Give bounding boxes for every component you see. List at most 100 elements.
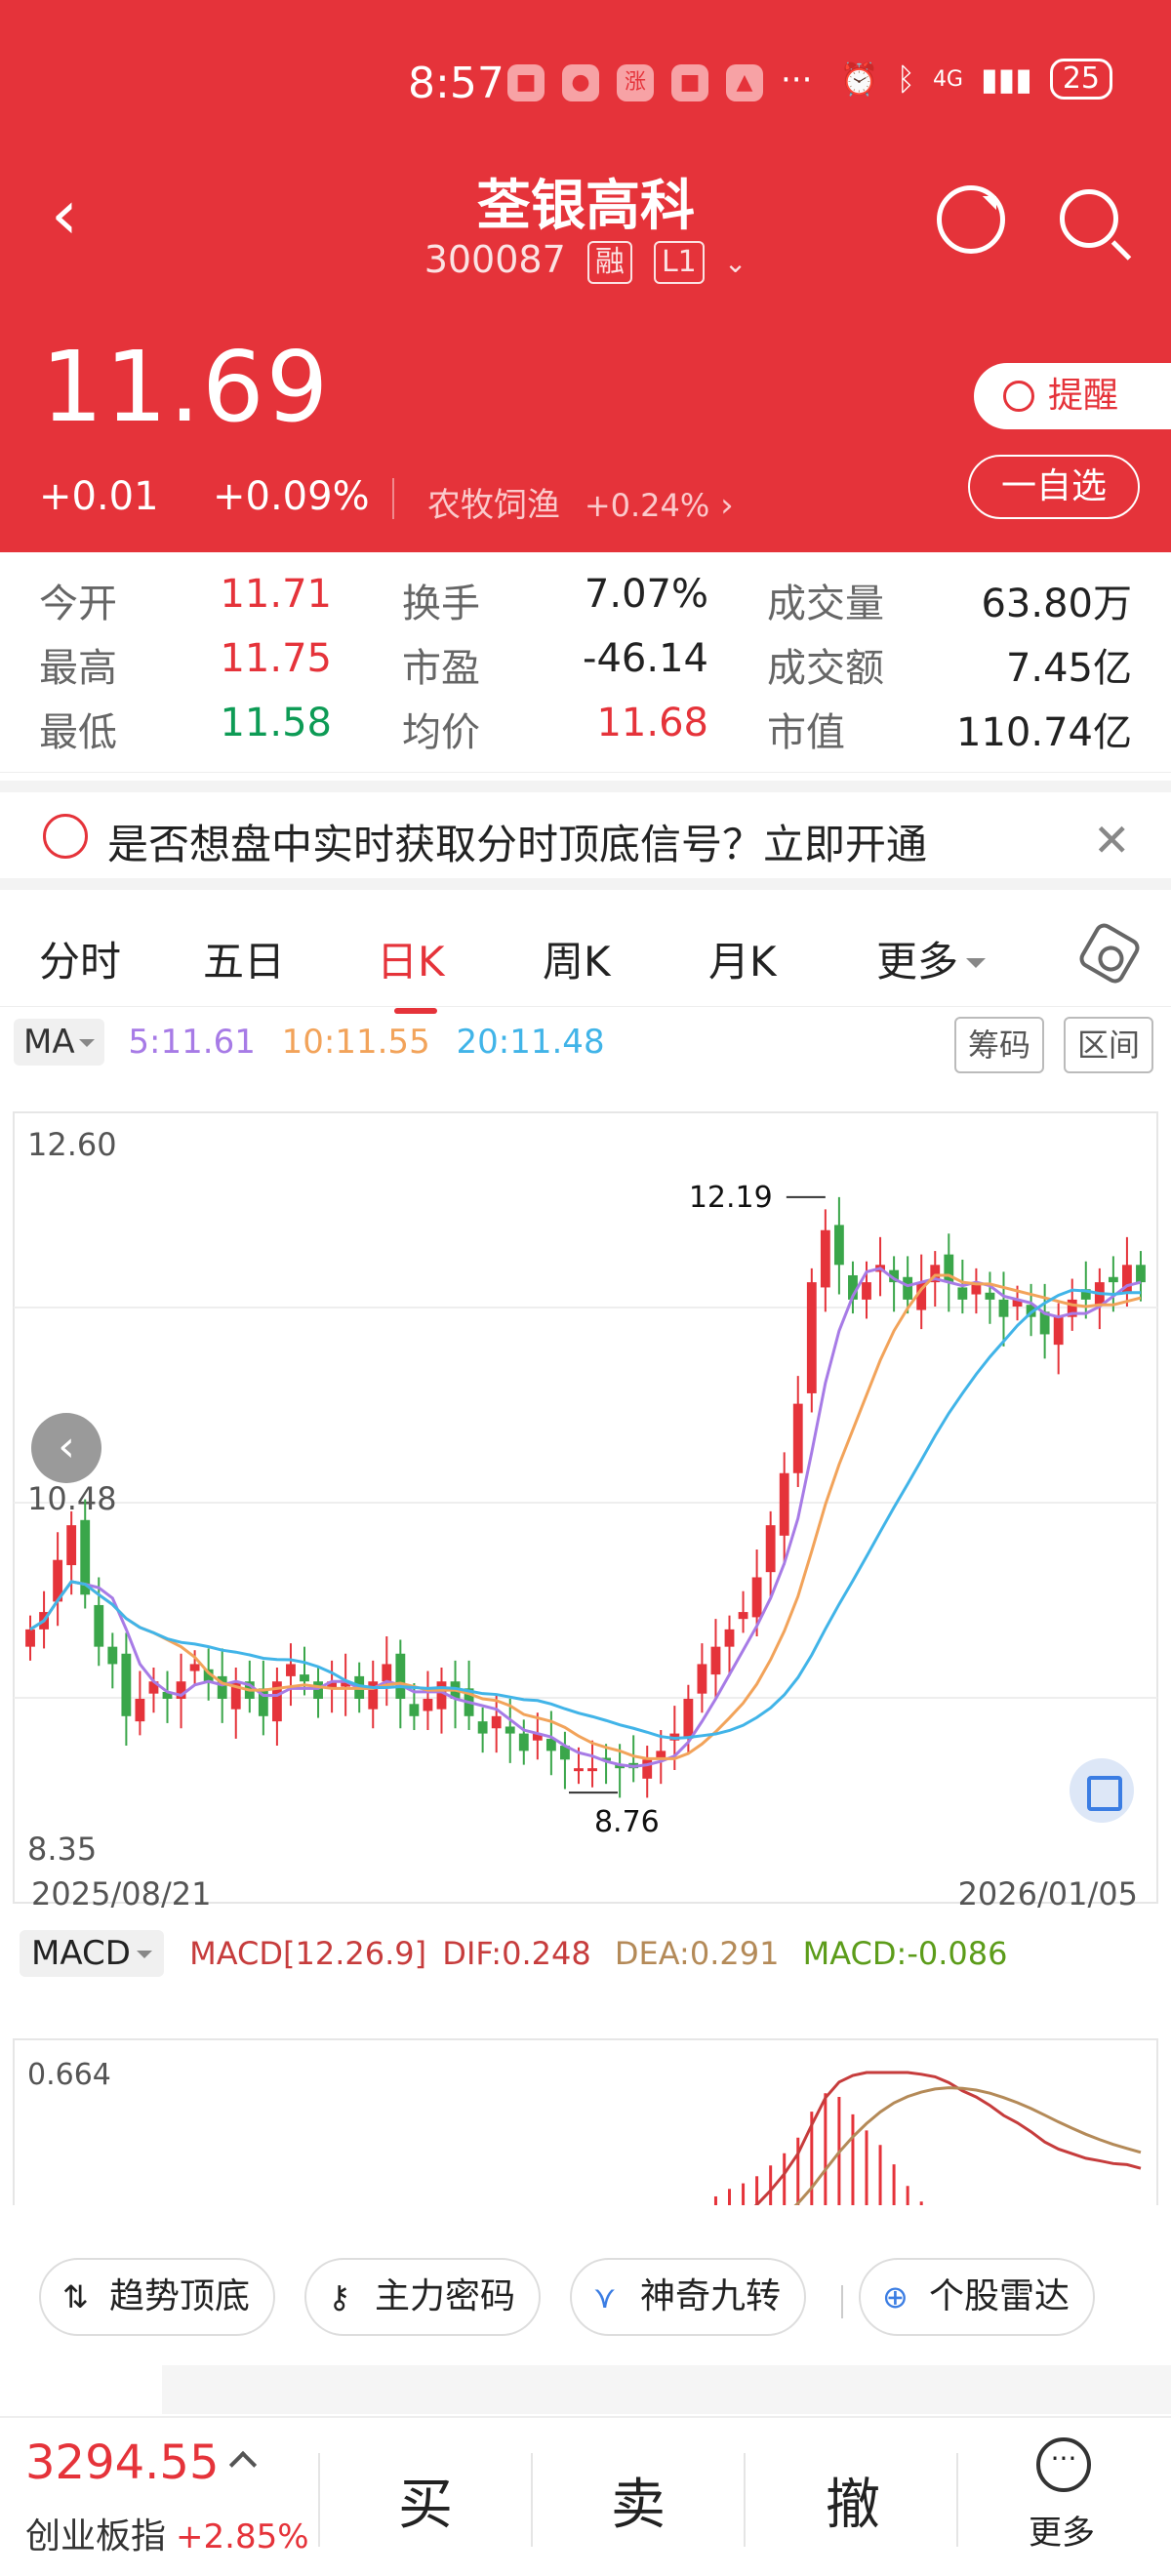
- candle-body: [683, 1699, 694, 1739]
- candle-body: [806, 1282, 817, 1393]
- tab-0[interactable]: 分时: [39, 929, 121, 988]
- index-name: 创业板指: [25, 2516, 167, 2556]
- battery-level: 25: [1049, 59, 1112, 100]
- status-bar: 8:57 ■ ● 涨 ■ ▲ ··· ⏰ ᛒ 4G ▮▮▮ 25: [0, 59, 1171, 113]
- search-icon[interactable]: [1060, 189, 1118, 248]
- candle-body: [862, 1282, 871, 1300]
- candle-body: [286, 1664, 296, 1676]
- candle-body: [833, 1225, 844, 1266]
- index-number: 3294.55: [25, 2435, 220, 2490]
- more-label[interactable]: 更多: [1029, 2506, 1095, 2554]
- candle-body: [738, 1612, 748, 1620]
- stock-radar-button[interactable]: ⊕ 个股雷达: [859, 2258, 1096, 2336]
- ma-selector[interactable]: MA: [14, 1019, 104, 1066]
- divider: [744, 2453, 746, 2547]
- tab-label: 月K: [708, 938, 777, 986]
- current-price: 11.69: [41, 330, 331, 444]
- candle-body: [1053, 1316, 1064, 1346]
- sell-button[interactable]: 卖: [611, 2461, 666, 2540]
- candle-body: [820, 1229, 830, 1288]
- chevron-up-icon: [228, 2450, 257, 2479]
- divider: [318, 2453, 320, 2547]
- stat-label: 成交额: [767, 636, 884, 693]
- magic-nine-button[interactable]: ⋎ 神奇九转: [570, 2258, 807, 2336]
- price-change: +0.01: [39, 474, 159, 519]
- ma5-line: [29, 1267, 1142, 1768]
- main-force-button[interactable]: ⚷ 主力密码: [304, 2258, 542, 2336]
- chip-button[interactable]: 筹码: [954, 1017, 1045, 1073]
- tab-label: 分时: [39, 938, 122, 986]
- tab-4[interactable]: 月K: [708, 929, 777, 988]
- remind-button[interactable]: 提醒: [974, 363, 1171, 429]
- candle-body: [710, 1646, 721, 1675]
- candle-body: [135, 1699, 145, 1722]
- caret-down-icon: [966, 958, 987, 978]
- range-button[interactable]: 区间: [1064, 1017, 1154, 1073]
- index-value[interactable]: 3294.55: [25, 2435, 257, 2490]
- stat-key: 换手: [402, 582, 480, 626]
- candle-body: [587, 1768, 597, 1772]
- signal-icon: ▮▮▮: [980, 60, 1032, 98]
- app-notification-icon: ■: [507, 64, 545, 101]
- ma-label: MA: [23, 1023, 75, 1062]
- bluetooth-icon: ᛒ: [896, 60, 915, 98]
- divider: [956, 2453, 958, 2547]
- stat-value: 63.80万: [981, 582, 1132, 626]
- stat-label: 市值: [767, 701, 845, 757]
- caret-down-icon: [78, 1039, 95, 1055]
- stat-label: 最低: [39, 701, 117, 757]
- stat-value: 11.68: [596, 701, 708, 745]
- stat-key: 市盈: [402, 646, 480, 691]
- trend-top-bottom-button[interactable]: ⇅ 趋势顶底: [39, 2258, 276, 2336]
- candle-body: [574, 1768, 584, 1772]
- sector-link[interactable]: 农牧饲渔 +0.24% ›: [427, 478, 734, 526]
- cancel-order-button[interactable]: 撤: [826, 2461, 880, 2540]
- banner-text: 是否想盘中实时获取分时顶底信号？立即开通: [107, 821, 928, 868]
- candle-body: [423, 1699, 433, 1711]
- candle-body: [121, 1653, 132, 1716]
- price-change-pct: +0.09%: [213, 474, 370, 519]
- stock-subtitle[interactable]: 300087 融 L1 ⌄: [0, 238, 1171, 284]
- remind-label: 提醒: [1048, 376, 1119, 416]
- avatar-notification-icon: ●: [562, 64, 599, 101]
- candle-body: [25, 1629, 35, 1647]
- macd-selector[interactable]: MACD: [20, 1930, 164, 1977]
- close-icon[interactable]: ✕: [1093, 814, 1131, 866]
- tab-2[interactable]: 日K: [377, 929, 445, 1014]
- expand-icon[interactable]: [1070, 1758, 1134, 1823]
- more-icon[interactable]: ···: [1036, 2437, 1091, 2492]
- chevron-right-icon: ›: [720, 486, 734, 525]
- divider: [841, 2285, 843, 2318]
- kline-svg[interactable]: 12.6010.488.3512.198.760.664-0.202: [0, 1083, 1171, 2205]
- candle-body: [107, 1646, 118, 1665]
- tab-3[interactable]: 周K: [543, 929, 611, 988]
- candle-body: [313, 1681, 323, 1700]
- candle-body: [792, 1403, 803, 1473]
- chevron-down-icon[interactable]: ⌄: [724, 247, 747, 279]
- candle-body: [477, 1721, 488, 1734]
- buy-button[interactable]: 买: [398, 2461, 453, 2540]
- chevron-left-icon[interactable]: ‹: [31, 1413, 101, 1483]
- refresh-icon[interactable]: [937, 185, 1005, 254]
- watchlist-button[interactable]: 一自选: [968, 455, 1140, 519]
- tool-bar: ⇅ 趋势顶底 ⚷ 主力密码 ⋎ 神奇九转 ⊕ 个股雷达: [0, 2244, 1171, 2361]
- caret-down-icon: [136, 1951, 152, 1966]
- stat-label: 最高: [39, 636, 117, 693]
- candle-body: [998, 1299, 1009, 1317]
- signal-promo-banner[interactable]: 是否想盘中实时获取分时顶底信号？立即开通 ✕: [0, 781, 1171, 890]
- network-label: 4G: [932, 66, 963, 92]
- macd-y-top: 0.664: [27, 2058, 111, 2092]
- candle-body: [395, 1653, 406, 1700]
- tab-label: 日K: [377, 938, 445, 986]
- index-name-row: 创业板指 +2.85%: [25, 2508, 309, 2558]
- stat-key: 成交量: [767, 582, 884, 626]
- dif-value: DIF:0.248: [442, 1935, 591, 1972]
- level-tag: L1: [653, 240, 705, 284]
- candle-body: [957, 1287, 968, 1300]
- tab-5[interactable]: 更多: [876, 929, 987, 988]
- stat-value: 110.74亿: [956, 710, 1132, 755]
- stat-key: 今开: [39, 582, 117, 626]
- tab-1[interactable]: 五日: [203, 929, 285, 988]
- tab-label: 五日: [203, 938, 286, 986]
- stat-key: 最高: [39, 646, 117, 691]
